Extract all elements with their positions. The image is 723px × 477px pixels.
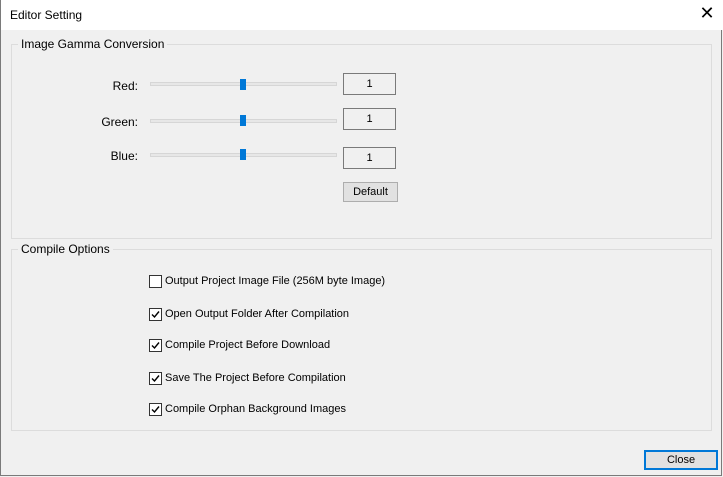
red-slider-thumb[interactable] — [240, 79, 246, 90]
editor-setting-dialog: Editor Setting ✕ Image Gamma Conversion … — [0, 0, 723, 476]
red-label: Red: — [112, 79, 138, 93]
default-button[interactable]: Default — [343, 182, 398, 202]
checkbox-checked[interactable] — [149, 372, 162, 385]
green-label: Green: — [101, 115, 138, 129]
checkbox-checked[interactable] — [149, 403, 162, 416]
red-value-field[interactable]: 1 — [343, 73, 396, 95]
option-label: Compile Orphan Background Images — [165, 403, 346, 415]
option-label: Output Project Image File (256M byte Ima… — [165, 275, 386, 287]
checkmark-icon — [151, 375, 160, 383]
blue-label: Blue: — [110, 149, 138, 163]
option-label: Open Output Folder After Compilation — [165, 308, 350, 320]
blue-value-field[interactable]: 1 — [343, 147, 396, 169]
checkbox-checked[interactable] — [149, 308, 162, 321]
dialog-title: Editor Setting — [10, 8, 83, 22]
close-icon[interactable]: ✕ — [699, 4, 715, 22]
title-bar[interactable]: Editor Setting ✕ — [1, 0, 723, 30]
close-button[interactable]: Close — [644, 450, 718, 470]
checkbox-checked[interactable] — [149, 339, 162, 352]
option-label: Save The Project Before Compilation — [165, 372, 346, 384]
gamma-group-title: Image Gamma Conversion — [18, 37, 168, 51]
checkmark-icon — [151, 342, 160, 350]
green-slider-thumb[interactable] — [240, 115, 246, 126]
green-value-field[interactable]: 1 — [343, 108, 396, 130]
option-label: Compile Project Before Download — [165, 339, 331, 351]
checkmark-icon — [151, 311, 160, 319]
compile-group-title: Compile Options — [18, 242, 113, 256]
blue-slider-thumb[interactable] — [240, 149, 246, 160]
checkmark-icon — [151, 406, 160, 414]
checkbox[interactable] — [149, 275, 162, 288]
